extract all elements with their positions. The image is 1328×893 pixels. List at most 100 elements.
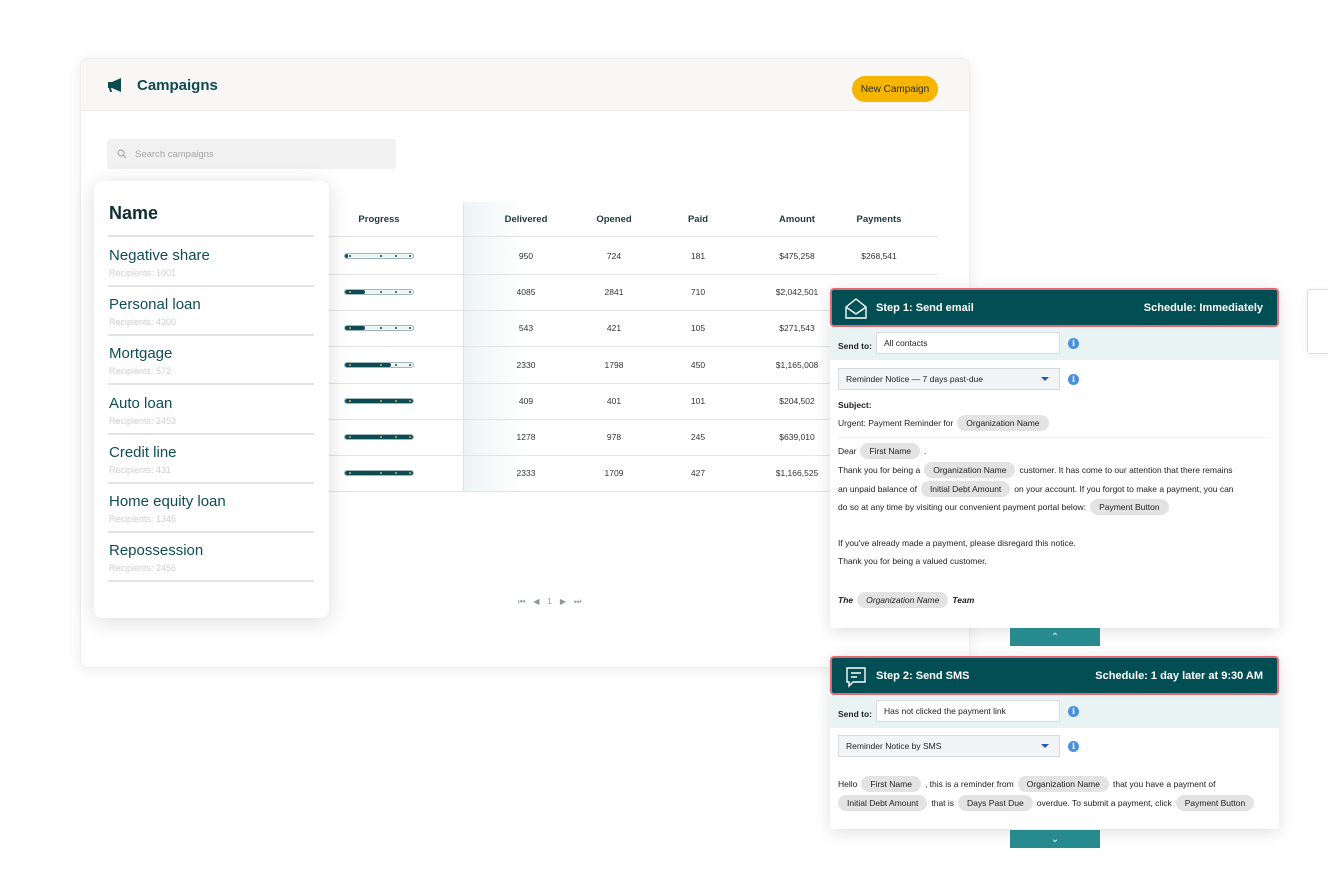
progress-step-dot xyxy=(349,255,351,257)
cell-opened: 421 xyxy=(606,323,622,334)
column-header-payments[interactable]: Payments xyxy=(857,214,902,225)
progress-step-dot xyxy=(380,291,382,294)
progress-step-dot xyxy=(409,436,411,438)
template-select[interactable]: Reminder Notice — 7 days past-due xyxy=(838,368,1060,390)
last-page-button[interactable]: ⏭ xyxy=(574,597,581,607)
merge-field-chip[interactable]: Organization Name xyxy=(957,415,1049,431)
prev-page-button[interactable]: ◀ xyxy=(533,597,539,607)
message-line: Thank you for being a valued customer. xyxy=(838,556,987,566)
message-line: The Organization Name Team xyxy=(838,592,974,608)
page-number[interactable]: 1 xyxy=(547,597,551,607)
send-to-label: Send to: xyxy=(838,341,872,351)
cell-opened: 401 xyxy=(606,395,622,406)
cell-delivered: 1278 xyxy=(516,432,536,442)
column-header-paid[interactable]: Paid xyxy=(688,214,708,225)
search-placeholder: Search campaigns xyxy=(135,148,214,160)
message-text: Thank you for being a valued customer. xyxy=(838,556,987,566)
message-line: Urgent: Payment Reminder for Organization… xyxy=(838,415,1049,431)
progress-step-dot xyxy=(409,327,411,330)
cell-opened: 724 xyxy=(606,251,622,261)
page-title: Campaigns xyxy=(137,77,218,94)
merge-field-chip[interactable]: Payment Button xyxy=(1175,795,1255,811)
divider xyxy=(108,383,314,386)
progress-step-dot xyxy=(380,399,382,402)
merge-field-chip[interactable]: Organization Name xyxy=(857,592,949,608)
merge-field-chip[interactable]: Organization Name xyxy=(1017,776,1109,792)
column-header-amount[interactable]: Amount xyxy=(779,214,815,225)
progress-fill xyxy=(345,362,391,367)
column-header-delivered[interactable]: Delivered xyxy=(505,214,548,225)
chat-bubble-icon xyxy=(846,667,866,688)
progress-bar xyxy=(344,434,414,440)
column-header-opened[interactable]: Opened xyxy=(596,214,631,225)
message-text: do so at any time by visiting our conven… xyxy=(838,502,1087,512)
info-icon[interactable]: i xyxy=(1068,706,1079,717)
merge-field-chip[interactable]: Payment Button xyxy=(1090,499,1169,515)
step1-header[interactable]: Step 1: Send email Schedule: Immediately xyxy=(830,288,1279,327)
campaign-name: Negative share xyxy=(109,247,210,264)
first-page-button[interactable]: ⏮ xyxy=(518,597,525,607)
info-icon[interactable]: i xyxy=(1068,741,1079,752)
message-text: Thank you for being a xyxy=(838,465,921,475)
row-divider xyxy=(321,236,938,237)
merge-field-chip[interactable]: Initial Debt Amount xyxy=(920,481,1011,497)
search-input[interactable]: Search campaigns xyxy=(107,139,396,169)
campaign-name: Auto loan xyxy=(109,394,173,412)
template-select[interactable]: Reminder Notice by SMS xyxy=(838,735,1060,757)
partial-panel xyxy=(1307,289,1328,354)
info-icon[interactable]: i xyxy=(1068,374,1079,385)
cell-amount: $639,010 xyxy=(779,432,815,442)
subject-label: Subject: xyxy=(838,400,872,410)
merge-field-chip[interactable]: Organization Name xyxy=(924,462,1016,478)
progress-step-dot xyxy=(349,363,351,366)
divider xyxy=(108,531,314,533)
cell-delivered: 4085 xyxy=(516,287,536,298)
send-to-input[interactable]: Has not clicked the payment link xyxy=(876,700,1060,722)
recipients-count: Recipients: 4300 xyxy=(109,317,177,328)
progress-fill xyxy=(345,398,413,403)
cell-opened: 1709 xyxy=(604,468,624,479)
message-text: an unpaid balance of xyxy=(838,484,917,494)
progress-fill xyxy=(345,471,413,476)
progress-step-dot xyxy=(395,255,397,257)
recipients-count: Recipients: 572 xyxy=(109,366,172,377)
merge-field-chip[interactable]: Initial Debt Amount xyxy=(838,795,928,811)
new-campaign-button[interactable]: New Campaign xyxy=(852,76,938,102)
info-icon[interactable]: i xyxy=(1068,338,1079,349)
message-text: on your account. If you forgot to make a… xyxy=(1014,484,1234,494)
step2-header[interactable]: Step 2: Send SMS Schedule: 1 day later a… xyxy=(830,656,1279,695)
progress-step-dot xyxy=(395,436,397,438)
send-to-input[interactable]: All contacts xyxy=(876,332,1060,354)
progress-fill xyxy=(345,435,413,439)
progress-step-dot xyxy=(380,327,382,330)
collapse-up-button[interactable]: ⌃ xyxy=(1010,628,1100,646)
merge-field-chip[interactable]: First Name xyxy=(861,776,921,792)
cell-delivered: 543 xyxy=(518,323,534,334)
step2-panel: Step 2: Send SMS Schedule: 1 day later a… xyxy=(830,656,1279,829)
name-card: Name Negative share Recipients: 1001 Perso… xyxy=(94,181,329,618)
divider xyxy=(838,437,1268,438)
recipients-count: Recipients: 1345 xyxy=(109,514,177,524)
divider xyxy=(108,285,314,287)
expand-down-button[interactable]: ⌄ xyxy=(1010,830,1100,848)
recipients-count: Recipients: 1001 xyxy=(109,268,177,278)
recipients-count: Recipients: 2453 xyxy=(109,415,177,426)
message-text: If you've already made a payment, please… xyxy=(838,538,1076,548)
next-page-button[interactable]: ▶ xyxy=(560,597,566,607)
message-line: Initial Debt Amount that is Days Past Due o… xyxy=(838,795,1255,811)
column-header-progress[interactable]: Progress xyxy=(358,214,399,225)
message-text: that is xyxy=(931,798,955,808)
progress-bar xyxy=(344,361,414,368)
step1-schedule: Schedule: Immediately xyxy=(1143,302,1263,314)
merge-field-chip[interactable]: Days Past Due xyxy=(958,795,1033,811)
progress-step-dot xyxy=(380,436,382,438)
message-text: , this is a reminder from xyxy=(924,779,1014,789)
cell-opened: 2841 xyxy=(604,287,624,298)
progress-bar xyxy=(344,325,414,332)
campaign-name: Personal loan xyxy=(109,296,201,314)
progress-step-dot xyxy=(349,399,351,402)
message-text: customer. It has come to our attention t… xyxy=(1019,465,1233,475)
progress-step-dot xyxy=(349,436,351,438)
progress-step-dot xyxy=(380,363,382,366)
merge-field-chip[interactable]: First Name xyxy=(860,443,920,459)
